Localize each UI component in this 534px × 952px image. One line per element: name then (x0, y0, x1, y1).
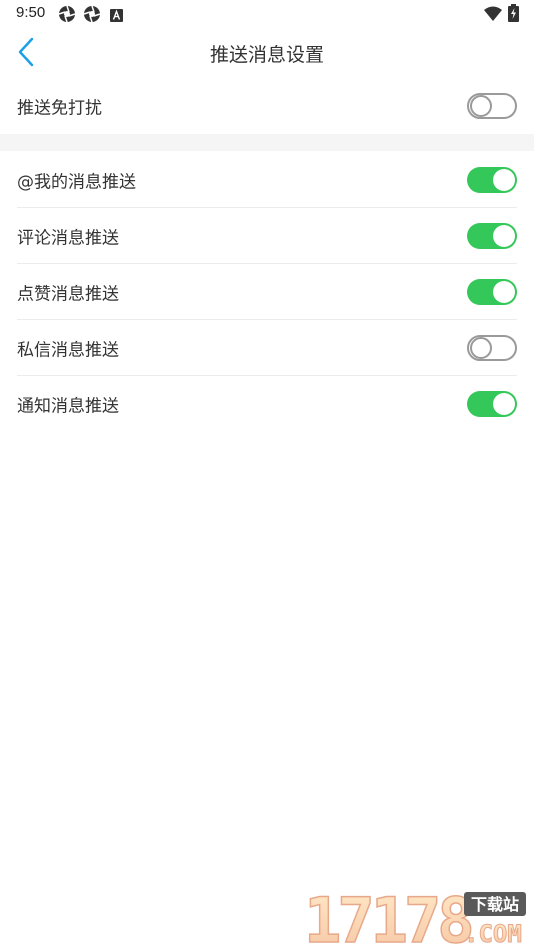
svg-text:下载站: 下载站 (471, 895, 519, 914)
toggle-knob (493, 393, 515, 415)
toggle-knob (493, 225, 515, 247)
aperture-icon (83, 5, 101, 27)
toggle-notifications[interactable] (467, 391, 517, 417)
page-title: 推送消息设置 (209, 44, 324, 66)
toggle-private-messages[interactable] (467, 335, 517, 361)
row-label: 私信消息推送 (17, 340, 119, 361)
status-time: 9:50 (16, 4, 46, 21)
toggle-likes[interactable] (467, 279, 517, 305)
row-label: 通知消息推送 (17, 396, 119, 417)
toggle-do-not-disturb[interactable] (467, 93, 517, 119)
settings-row-notifications: 通知消息推送 (0, 376, 534, 432)
section-divider (0, 134, 534, 151)
row-label: 推送免打扰 (17, 98, 102, 119)
toggle-knob (493, 281, 515, 303)
toggle-knob (470, 337, 492, 359)
status-bar: 9:50 (0, 0, 534, 28)
settings-row-mentions: @我的消息推送 (0, 152, 534, 208)
row-label: @我的消息推送 (17, 172, 136, 193)
toggle-mentions[interactable] (467, 167, 517, 193)
settings-row-comments: 评论消息推送 (0, 208, 534, 264)
battery-icon (508, 4, 519, 26)
header: 推送消息设置 (0, 28, 534, 78)
settings-row-do-not-disturb: 推送免打扰 (0, 78, 534, 134)
svg-text:17178: 17178 (304, 888, 471, 948)
settings-row-private-messages: 私信消息推送 (0, 320, 534, 376)
toggle-knob (470, 95, 492, 117)
row-label: 点赞消息推送 (17, 284, 119, 305)
wifi-icon (484, 6, 502, 25)
settings-row-likes: 点赞消息推送 (0, 264, 534, 320)
watermark-logo: 17178 下载站 .COM (303, 883, 530, 952)
toggle-comments[interactable] (467, 223, 517, 249)
aperture-icon (58, 5, 76, 27)
font-a-icon (110, 7, 123, 26)
svg-text:.COM: .COM (464, 920, 522, 948)
toggle-knob (493, 169, 515, 191)
row-label: 评论消息推送 (17, 228, 119, 249)
